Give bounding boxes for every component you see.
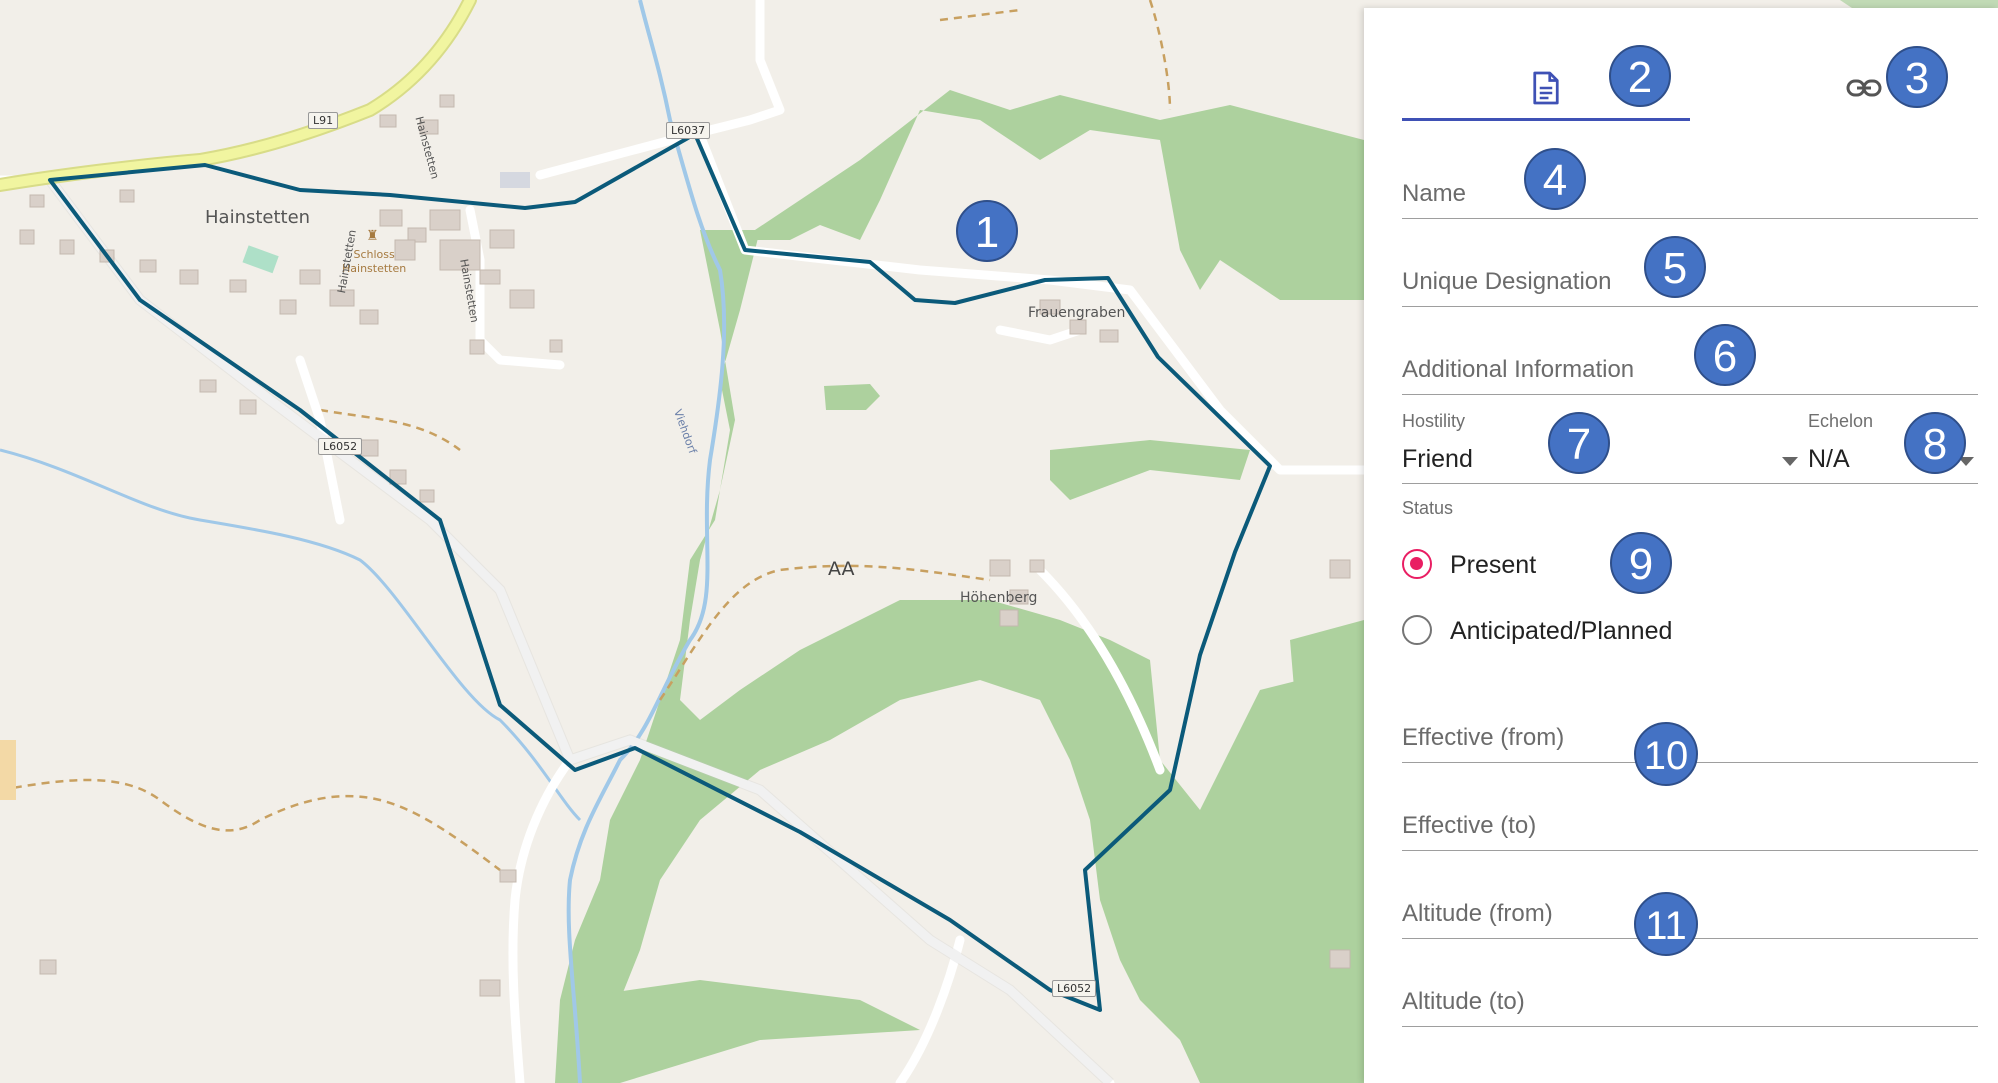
radio-anticipated[interactable] [1402,615,1432,645]
radio-present-label: Present [1450,551,1537,579]
annotation-badge-11: 11 [1634,892,1698,956]
hostility-value: Friend [1402,445,1473,473]
road-shield-l91: L91 [308,112,339,129]
castle-icon: ♜ [366,228,379,244]
additional-information-label: Additional Information [1402,356,1635,383]
altitude-from-label: Altitude (from) [1402,900,1553,927]
annotation-badge-3: 3 [1886,46,1948,108]
place-label-hohenberg: Höhenberg [960,590,1038,606]
document-icon [1533,71,1559,105]
status-option-present[interactable]: Present [1400,543,1640,587]
properties-panel: 2 3 Name 4 Unique Designation 5 Addition… [1364,8,1998,1083]
annotation-badge-2: 2 [1609,45,1671,107]
status-label: Status [1402,498,1454,518]
radio-anticipated-label: Anticipated/Planned [1450,617,1673,645]
road-shield-l6052-south: L6052 [1052,980,1097,997]
annotation-badge-1: 1 [956,200,1018,262]
echelon-value: N/A [1808,445,1850,473]
link-icon [1846,79,1882,97]
main-road [0,0,475,190]
tracks [0,0,1172,872]
place-label-frauengraben: Frauengraben [1028,305,1126,321]
annotation-badge-5: 5 [1644,236,1706,298]
unique-designation-label: Unique Designation [1402,268,1612,295]
annotation-badge-4: 4 [1524,148,1586,210]
place-label-hainstetten: Hainstetten [205,207,311,228]
park-area [242,245,279,274]
radio-present-dot [1410,557,1423,570]
annotation-badge-7: 7 [1548,412,1610,474]
building-orange [0,740,16,800]
parking-area [500,172,530,188]
annotation-badge-10: 10 [1634,722,1698,786]
road-shield-l6037: L6037 [666,122,711,139]
annotation-badge-6: 6 [1694,324,1756,386]
name-field-label: Name [1402,180,1467,207]
tab-links[interactable] [1744,48,1984,128]
road-shield-l6052-west: L6052 [318,438,363,455]
effective-to-field[interactable]: Effective (to) [1402,790,1978,851]
area-name-label: AA [828,558,855,580]
altitude-to-label: Altitude (to) [1402,988,1525,1015]
effective-to-label: Effective (to) [1402,812,1537,839]
chevron-down-icon [1782,457,1798,466]
echelon-label: Echelon [1808,411,1874,431]
altitude-to-field[interactable]: Altitude (to) [1402,966,1978,1027]
status-option-anticipated[interactable]: Anticipated/Planned [1400,609,1760,653]
additional-information-field[interactable]: Additional Information [1402,334,1978,395]
active-tab-indicator [1402,118,1690,121]
annotation-badge-8: 8 [1904,412,1966,474]
annotation-badge-9: 9 [1610,532,1672,594]
radio-present[interactable] [1402,549,1432,579]
hostility-label: Hostility [1402,411,1466,431]
effective-from-label: Effective (from) [1402,724,1565,751]
name-field[interactable]: Name [1402,158,1978,219]
